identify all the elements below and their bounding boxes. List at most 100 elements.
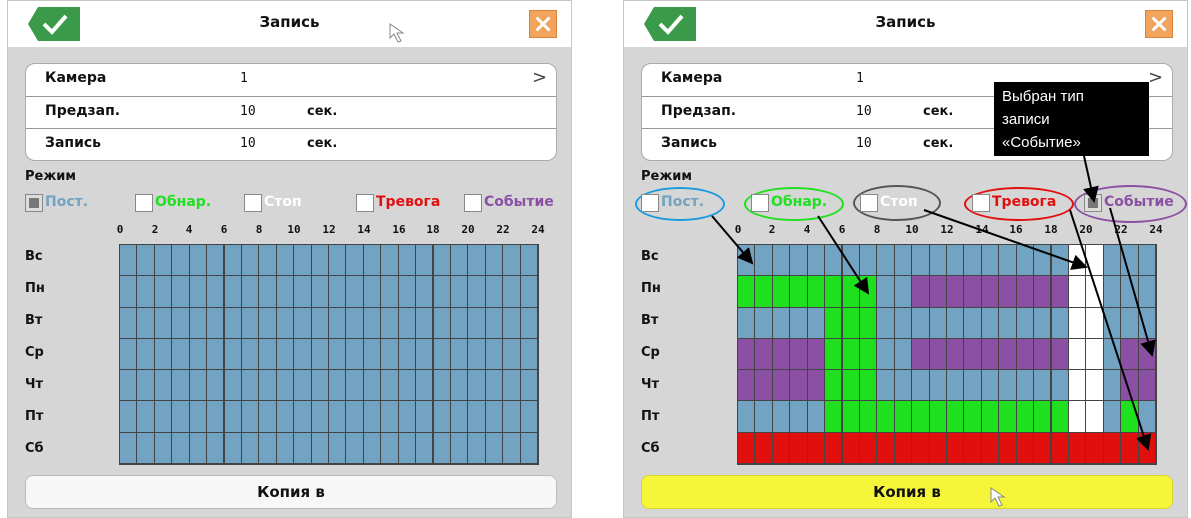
schedule-cell[interactable] [790, 245, 807, 276]
schedule-cell[interactable] [433, 307, 450, 338]
schedule-cell[interactable] [468, 245, 485, 276]
schedule-cell[interactable] [520, 307, 537, 338]
schedule-cell[interactable] [1051, 245, 1068, 276]
schedule-cell[interactable] [894, 276, 912, 307]
schedule-cell[interactable] [929, 432, 946, 463]
schedule-cell[interactable] [842, 370, 859, 401]
schedule-cell[interactable] [1086, 338, 1103, 370]
schedule-cell[interactable] [398, 276, 416, 307]
schedule-cell[interactable] [1051, 338, 1068, 370]
schedule-cell[interactable] [468, 401, 485, 432]
schedule-cell[interactable] [738, 276, 755, 307]
schedule-cell[interactable] [1016, 307, 1034, 338]
mode-stop-checkbox[interactable] [860, 194, 878, 212]
schedule-cell[interactable] [259, 307, 276, 338]
schedule-cell[interactable] [1068, 307, 1086, 338]
schedule-cell[interactable] [1138, 432, 1155, 463]
schedule-cell[interactable] [1103, 276, 1121, 307]
mode-stop[interactable]: Стоп [860, 193, 930, 215]
schedule-cell[interactable] [259, 401, 276, 432]
schedule-cell[interactable] [1086, 276, 1103, 307]
schedule-cell[interactable] [999, 307, 1016, 338]
schedule-cell[interactable] [398, 338, 416, 370]
schedule-cell[interactable] [381, 307, 398, 338]
schedule-cell[interactable] [999, 338, 1016, 370]
schedule-cell[interactable] [877, 432, 894, 463]
schedule-cell[interactable] [877, 307, 894, 338]
schedule-cell[interactable] [468, 276, 485, 307]
schedule-cell[interactable] [1034, 370, 1051, 401]
mode-alarm[interactable]: Тревога [972, 193, 1069, 215]
schedule-cell[interactable] [346, 338, 363, 370]
schedule-cell[interactable] [485, 370, 503, 401]
schedule-cell[interactable] [416, 432, 433, 463]
schedule-cell[interactable] [842, 307, 859, 338]
schedule-cell[interactable] [450, 276, 468, 307]
schedule-cell[interactable] [450, 307, 468, 338]
schedule-cell[interactable] [311, 338, 328, 370]
schedule-cell[interactable] [755, 338, 772, 370]
schedule-cell[interactable] [398, 401, 416, 432]
schedule-cell[interactable] [381, 276, 398, 307]
schedule-cell[interactable] [981, 276, 999, 307]
schedule-cell[interactable] [755, 370, 772, 401]
schedule-cell[interactable] [877, 370, 894, 401]
schedule-cell[interactable] [1121, 370, 1138, 401]
schedule-cell[interactable] [772, 401, 790, 432]
schedule-cell[interactable] [189, 245, 207, 276]
schedule-cell[interactable] [433, 401, 450, 432]
schedule-cell[interactable] [503, 245, 520, 276]
schedule-cell[interactable] [224, 401, 241, 432]
schedule-cell[interactable] [1051, 276, 1068, 307]
schedule-cell[interactable] [416, 276, 433, 307]
schedule-cell[interactable] [172, 370, 189, 401]
schedule-cell[interactable] [259, 276, 276, 307]
schedule-cell[interactable] [947, 370, 964, 401]
schedule-cell[interactable] [468, 432, 485, 463]
schedule-cell[interactable] [1051, 307, 1068, 338]
schedule-cell[interactable] [842, 432, 859, 463]
schedule-cell[interactable] [137, 276, 154, 307]
schedule-cell[interactable] [947, 245, 964, 276]
schedule-cell[interactable] [859, 432, 877, 463]
mode-event-checkbox[interactable] [1084, 194, 1102, 212]
schedule-cell[interactable] [207, 370, 224, 401]
schedule-cell[interactable] [294, 370, 311, 401]
schedule-cell[interactable] [1068, 432, 1086, 463]
schedule-cell[interactable] [738, 307, 755, 338]
schedule-cell[interactable] [224, 370, 241, 401]
schedule-cell[interactable] [381, 338, 398, 370]
schedule-cell[interactable] [207, 245, 224, 276]
copy-to-button[interactable]: Копия в [25, 475, 557, 509]
schedule-cell[interactable] [947, 401, 964, 432]
schedule-cell[interactable] [912, 370, 929, 401]
schedule-cell[interactable] [894, 432, 912, 463]
schedule-cell[interactable] [259, 245, 276, 276]
schedule-cell[interactable] [1103, 370, 1121, 401]
schedule-cell[interactable] [259, 432, 276, 463]
schedule-cell[interactable] [241, 338, 259, 370]
schedule-grid[interactable] [737, 244, 1157, 465]
schedule-cell[interactable] [912, 432, 929, 463]
schedule-cell[interactable] [224, 276, 241, 307]
mode-motion-checkbox[interactable] [135, 194, 153, 212]
schedule-cell[interactable] [520, 245, 537, 276]
schedule-cell[interactable] [346, 370, 363, 401]
schedule-cell[interactable] [346, 307, 363, 338]
schedule-cell[interactable] [1034, 307, 1051, 338]
schedule-cell[interactable] [503, 401, 520, 432]
schedule-cell[interactable] [329, 307, 346, 338]
schedule-cell[interactable] [772, 245, 790, 276]
schedule-cell[interactable] [807, 370, 825, 401]
mode-constant[interactable]: Пост. [25, 193, 101, 215]
schedule-cell[interactable] [772, 432, 790, 463]
schedule-cell[interactable] [964, 307, 981, 338]
mode-event[interactable]: Событие [464, 193, 572, 215]
schedule-cell[interactable] [329, 245, 346, 276]
schedule-cell[interactable] [363, 432, 381, 463]
schedule-cell[interactable] [772, 338, 790, 370]
schedule-cell[interactable] [1051, 401, 1068, 432]
schedule-cell[interactable] [929, 245, 946, 276]
schedule-cell[interactable] [241, 276, 259, 307]
schedule-cell[interactable] [154, 401, 172, 432]
